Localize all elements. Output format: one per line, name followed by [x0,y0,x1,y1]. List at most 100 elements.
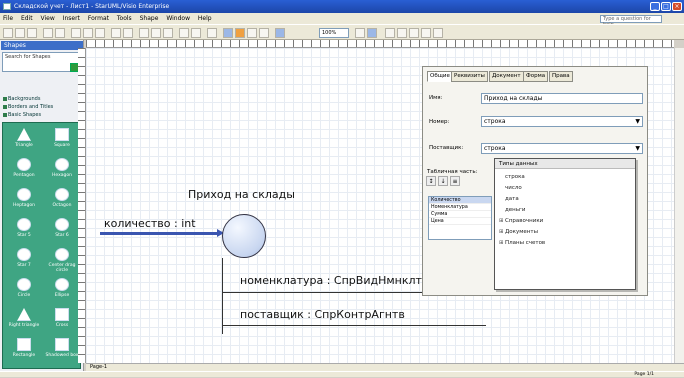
menu-view[interactable]: View [41,13,55,24]
maximize-button[interactable]: □ [661,2,671,11]
font-color-icon[interactable] [259,28,269,38]
stencil-backgrounds[interactable]: Backgrounds [2,96,82,103]
filter-icon[interactable]: ≡ [450,176,460,186]
tab-general[interactable]: Общие [427,71,453,82]
open-icon[interactable] [15,28,25,38]
class-circle-shape[interactable] [222,214,266,258]
cut-icon[interactable] [71,28,81,38]
class-title[interactable]: Приход на склады [188,188,295,201]
help-search-input[interactable]: Type a question for help [600,15,662,28]
chevron-down-icon[interactable]: ▼ [635,144,640,153]
fill-color-icon[interactable] [223,28,233,38]
number-select[interactable]: строка ▼ [481,116,643,127]
stencil-basic-shapes[interactable]: Basic Shapes [2,112,82,119]
paste-icon[interactable] [95,28,105,38]
dropdown-item[interactable]: ⊞Документы [499,228,538,237]
tab-form[interactable]: Форма [523,71,549,82]
redo-icon[interactable] [123,28,133,38]
new-icon[interactable] [3,28,13,38]
stencil-shape[interactable]: Octagon [45,186,79,213]
zoom-select[interactable]: 100% [319,28,349,38]
menu-edit[interactable]: Edit [21,13,33,24]
vertical-scrollbar[interactable] [674,48,684,363]
attribute-divider [222,325,486,326]
minimize-button[interactable]: _ [650,2,660,11]
list-item[interactable]: Сумма [429,211,491,218]
ungroup-icon[interactable] [409,28,419,38]
dropdown-item[interactable]: деньги [499,206,526,215]
status-text: Page 1/1 [634,372,654,377]
stencil-icon[interactable] [367,28,377,38]
bring-front-icon[interactable] [421,28,431,38]
input-connector[interactable] [100,229,224,237]
list-item[interactable]: Количество [429,197,491,204]
tab-document[interactable]: Документ [489,71,524,82]
list-item[interactable]: Цена [429,218,491,225]
list-item[interactable]: Номенклатура [429,204,491,211]
menu-help[interactable]: Help [198,13,212,24]
stencil-shape[interactable]: Pentagon [7,156,41,183]
horizontal-ruler [86,40,674,48]
menu-shape[interactable]: Shape [140,13,159,24]
pencil-icon[interactable] [191,28,201,38]
attribute-nomenclature[interactable]: номенклатура : СпрВидНмнклтр [240,274,429,287]
rectangle-tool-icon[interactable] [207,28,217,38]
stencil-shape[interactable]: Triangle [7,126,41,153]
shapes-search[interactable]: Search for Shapes [2,52,82,72]
menu-window[interactable]: Window [166,13,190,24]
table-part-list: Количество Номенклатура Сумма Цена [428,196,492,240]
print-icon[interactable] [43,28,53,38]
preview-icon[interactable] [55,28,65,38]
attribute-quantity[interactable]: количество : int [104,217,196,230]
stencil-shape[interactable]: Right triangle [7,306,41,333]
shape-icon[interactable] [235,28,245,38]
stencil-shape[interactable]: Shadowed box [45,336,79,363]
undo-icon[interactable] [111,28,121,38]
sort-asc-icon[interactable]: ↕ [426,176,436,186]
supplier-select[interactable]: строка ▼ [481,143,643,154]
line-color-icon[interactable] [247,28,257,38]
stencil-shape[interactable]: Circle [7,276,41,303]
stencil-shape[interactable]: Star 5 [7,216,41,243]
attribute-supplier[interactable]: поставщик : СпрКонтрАгнтв [240,308,405,321]
stencil-shape[interactable]: Rectangle [7,336,41,363]
pointer-icon[interactable] [139,28,149,38]
stencil-borders-titles[interactable]: Borders and Titles [2,104,82,111]
stencil-shape[interactable]: Hexagon [45,156,79,183]
dropdown-item[interactable]: ⊞Планы счетов [499,239,545,248]
close-button[interactable]: × [672,2,682,11]
stencil-shape[interactable]: Star 7 [7,246,41,273]
sort-desc-icon[interactable]: ↓ [438,176,448,186]
group-icon[interactable] [397,28,407,38]
dropdown-header: Типы данных [495,159,635,169]
dropdown-item[interactable]: число [499,184,522,193]
copy-icon[interactable] [83,28,93,38]
tab-rights[interactable]: Права [549,71,573,82]
page-tab[interactable]: Page-1 [90,364,107,370]
text-tool-icon[interactable] [163,28,173,38]
stencil-shape[interactable]: Square [45,126,79,153]
stencil-shape[interactable]: Heptagon [7,186,41,213]
name-field[interactable]: Приход на склады [481,93,643,104]
chevron-down-icon[interactable]: ▼ [635,117,640,126]
stencil-shape[interactable]: Ellipse [45,276,79,303]
help-icon[interactable] [355,28,365,38]
connector-icon[interactable] [151,28,161,38]
stencil-shape[interactable]: Star 6 [45,216,79,243]
dropdown-item[interactable]: ⊞Справочники [499,217,543,226]
align-icon[interactable] [385,28,395,38]
save-icon[interactable] [27,28,37,38]
menu-insert[interactable]: Insert [63,13,80,24]
shadow-icon[interactable] [275,28,285,38]
dropdown-item[interactable]: строка [499,173,525,182]
tab-attributes[interactable]: Реквизиты [451,71,488,82]
stencil-shape[interactable]: Center drag circle [45,246,79,273]
stencil-shape[interactable]: Cross [45,306,79,333]
stencil-shape-label: Right triangle [8,323,40,328]
line-tool-icon[interactable] [179,28,189,38]
send-back-icon[interactable] [433,28,443,38]
menu-file[interactable]: File [3,13,13,24]
dropdown-item[interactable]: дата [499,195,519,204]
menu-tools[interactable]: Tools [117,13,132,24]
menu-format[interactable]: Format [88,13,109,24]
